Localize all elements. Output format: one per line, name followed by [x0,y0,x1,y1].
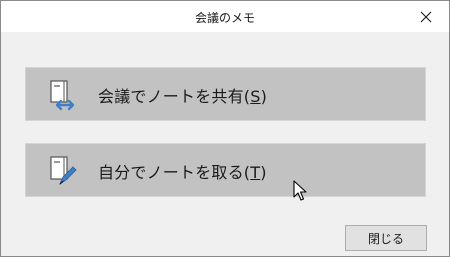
meeting-notes-dialog: 会議のメモ 会議でノートを共有(S) 自分でノートを取る(T) 閉じる [0,0,450,257]
close-icon [420,11,432,22]
take-notes-button[interactable]: 自分でノートを取る(T) [25,143,426,197]
notebook-pen-icon [50,156,77,186]
mouse-cursor-icon [293,180,307,201]
share-notes-label: 会議でノートを共有(S) [98,87,268,106]
share-notes-button[interactable]: 会議でノートを共有(S) [25,67,426,121]
close-button[interactable]: 閉じる [345,225,427,251]
window-title: 会議のメモ [194,11,255,25]
notebook-share-icon [50,80,75,111]
title-bar: 会議のメモ [1,1,449,32]
take-notes-label: 自分でノートを取る(T) [98,163,267,182]
window-close-button[interactable] [403,1,449,32]
